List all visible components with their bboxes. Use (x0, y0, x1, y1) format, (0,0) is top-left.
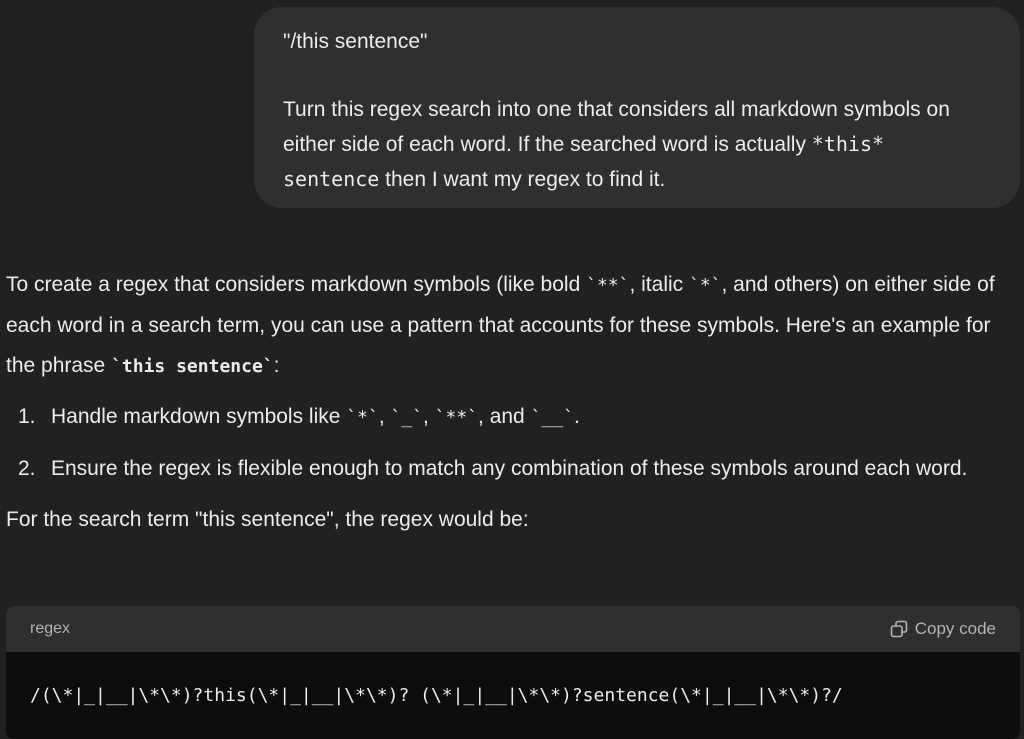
user-message-bubble: "/this sentence" Turn this regex search … (254, 7, 1020, 208)
list-item-number: 2. (18, 457, 36, 480)
inline-code-bold: `**` (586, 275, 630, 296)
code-language-label: regex (30, 620, 71, 637)
step-end: . (573, 405, 580, 428)
copy-icon (890, 620, 908, 638)
code-block: regex Copy code /(\*|_|__|\*\*)?this(\*|… (6, 606, 1020, 739)
inline-code: `**` (434, 407, 479, 428)
list-item: 2. Ensure the regex is flexible enough t… (6, 449, 1006, 489)
list-item-text: Handle markdown symbols like `*`, `_`, `… (51, 397, 1006, 438)
chat-page: "/this sentence" Turn this regex search … (0, 0, 1024, 739)
step-sep: , (423, 405, 435, 428)
list-item-number: 1. (18, 405, 36, 428)
inline-code-italic: `*` (688, 275, 722, 296)
intro-text-1: To create a regex that considers markdow… (6, 273, 587, 296)
intro-text-4: : (273, 354, 280, 377)
inline-code: `__` (530, 407, 574, 428)
copy-code-label: Copy code (914, 619, 996, 638)
user-message-quote: "/this sentence" (283, 30, 428, 53)
steps-list: 1. Handle markdown symbols like `*`, `_`… (6, 397, 1006, 489)
user-message-tail: then I want my regex to find it. (379, 168, 666, 191)
user-message-row: "/this sentence" Turn this regex search … (254, 7, 1020, 208)
assistant-message: To create a regex that considers markdow… (6, 265, 1006, 540)
list-item-text: Ensure the regex is flexible enough to m… (51, 457, 968, 480)
inline-code-phrase: `this sentence` (111, 356, 274, 377)
step-sep: , (378, 405, 391, 428)
copy-code-button[interactable]: Copy code (889, 619, 996, 639)
user-message-body: Turn this regex search into one that con… (283, 93, 990, 197)
intro-text-2: , italic (629, 273, 689, 296)
step-sep: , and (478, 405, 531, 428)
assistant-intro: To create a regex that considers markdow… (6, 265, 1006, 387)
assistant-final-text: For the search term "this sentence", the… (6, 508, 529, 531)
code-block-content: /(\*|_|__|\*\*)?this(\*|_|__|\*\*)? (\*|… (6, 652, 1020, 739)
inline-code: `_` (390, 407, 423, 428)
code-block-header: regex Copy code (6, 606, 1020, 652)
list-item: 1. Handle markdown symbols like `*`, `_`… (6, 397, 1006, 438)
step-text: Handle markdown symbols like (51, 405, 347, 428)
inline-code: `*` (346, 407, 379, 428)
